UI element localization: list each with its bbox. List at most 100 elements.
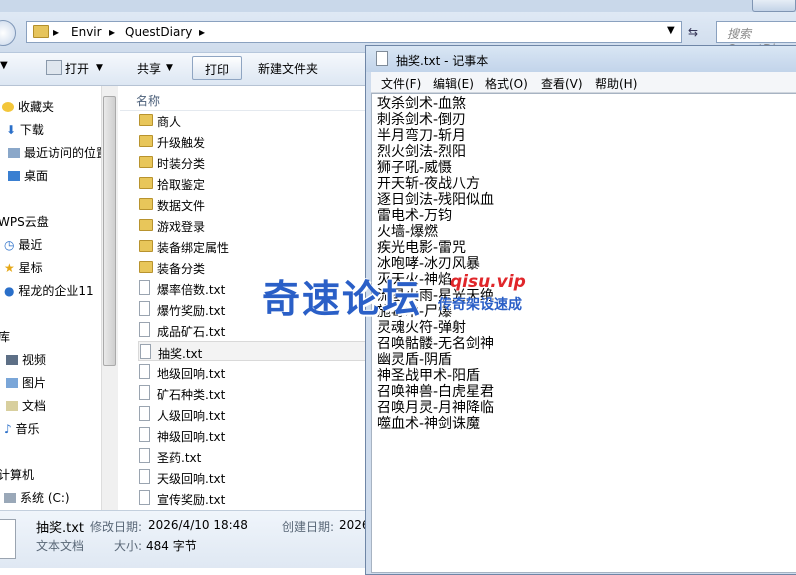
watermark-url: qisu.vip xyxy=(450,272,526,292)
desktop-icon xyxy=(8,171,20,181)
recent-places-icon xyxy=(8,148,20,158)
folder-icon xyxy=(139,219,153,231)
text-line: 召唤神兽-白虎星君 xyxy=(377,384,495,400)
list-item[interactable]: 商人 xyxy=(138,110,368,130)
team-icon: ● xyxy=(4,284,15,298)
list-item[interactable]: 人级回响.txt xyxy=(138,404,368,424)
menu-format[interactable]: 格式(O) xyxy=(485,75,528,92)
menu-edit[interactable]: 编辑(E) xyxy=(433,75,474,92)
nav-scrollbar[interactable] xyxy=(101,86,118,510)
folder-icon xyxy=(139,261,153,273)
details-size-value: 484 字节 xyxy=(146,539,197,553)
open-button[interactable]: 打开 xyxy=(65,60,89,77)
folder-icon xyxy=(33,25,49,38)
list-item[interactable]: 宣传奖励.txt xyxy=(138,488,368,508)
list-item[interactable]: 数据文件 xyxy=(138,194,368,214)
chevron-down-icon[interactable]: ▼ xyxy=(667,25,675,36)
print-button-frame[interactable]: 打印 xyxy=(192,56,242,80)
list-item[interactable]: 矿石种类.txt xyxy=(138,383,368,403)
text-file-icon xyxy=(0,519,16,559)
nav-libraries[interactable]: 库 xyxy=(0,328,10,345)
back-button[interactable] xyxy=(0,20,16,46)
nav-videos[interactable]: 视频 xyxy=(4,351,46,368)
breadcrumb-envir[interactable]: Envir xyxy=(71,25,102,39)
details-created-label: 创建日期: xyxy=(282,520,335,534)
list-item[interactable]: 天级回响.txt xyxy=(138,467,368,487)
star-icon: ★ xyxy=(4,261,15,275)
nav-recent-places[interactable]: 最近访问的位置 xyxy=(6,144,108,161)
chevron-down-icon[interactable]: ▼ xyxy=(166,63,173,73)
watermark-slogan: 传奇架设速成 xyxy=(438,297,522,313)
nav-starred[interactable]: ★ 星标 xyxy=(4,259,43,276)
text-file-icon xyxy=(139,280,150,295)
details-modified-value: 2026/4/10 18:48 xyxy=(148,518,248,532)
video-icon xyxy=(6,355,18,365)
nav-desktop[interactable]: 桌面 xyxy=(6,167,48,184)
text-line: 雷电术-万钧 xyxy=(377,208,453,224)
nav-computer[interactable]: 计算机 xyxy=(0,466,34,483)
nav-favorites[interactable]: 收藏夹 xyxy=(0,98,54,115)
folder-icon xyxy=(139,114,153,126)
notepad-window: 抽奖.txt - 记事本 文件(F) 编辑(E) 格式(O) 查看(V) 帮助(… xyxy=(365,45,796,575)
nav-documents[interactable]: 文档 xyxy=(4,397,46,414)
menu-file[interactable]: 文件(F) xyxy=(381,75,421,92)
share-button[interactable]: 共享 xyxy=(137,60,161,77)
text-file-icon xyxy=(139,448,150,463)
text-file-icon xyxy=(139,385,150,400)
list-item[interactable]: 拾取鉴定 xyxy=(138,173,368,193)
refresh-icon[interactable]: ⇆ xyxy=(688,25,712,41)
notepad-title-bar[interactable]: 抽奖.txt - 记事本 xyxy=(366,46,796,72)
text-line: 刺杀剑术-倒刃 xyxy=(377,112,467,128)
text-line: 疾光电影-雷咒 xyxy=(377,240,467,256)
chevron-right-icon: ▸ xyxy=(199,25,206,39)
nav-system-drive[interactable]: 系统 (C:) xyxy=(2,489,70,506)
list-item-selected[interactable]: 抽奖.txt xyxy=(138,341,368,361)
nav-recent[interactable]: ◷ 最近 xyxy=(4,236,42,253)
text-line: 召唤骷髅-无名剑神 xyxy=(377,336,495,352)
list-item[interactable]: 神级回响.txt xyxy=(138,425,368,445)
list-item[interactable]: 成品矿石.txt xyxy=(138,320,368,340)
nav-pictures[interactable]: 图片 xyxy=(4,374,46,391)
chevron-right-icon: ▸ xyxy=(109,25,116,39)
print-button[interactable]: 打印 xyxy=(205,61,229,78)
text-line: 烈火剑法-烈阳 xyxy=(377,144,467,160)
menu-view[interactable]: 查看(V) xyxy=(541,75,583,92)
menu-help[interactable]: 帮助(H) xyxy=(595,75,637,92)
nav-enterprise[interactable]: ● 程龙的企业11 xyxy=(4,282,94,299)
text-line: 幽灵盾-阴盾 xyxy=(377,352,453,368)
list-item[interactable]: 地级回响.txt xyxy=(138,362,368,382)
nav-scrollbar-thumb[interactable] xyxy=(103,96,116,366)
window-control-button[interactable] xyxy=(752,0,796,12)
new-folder-button[interactable]: 新建文件夹 xyxy=(258,60,318,77)
text-line: 开天斩-夜战八方 xyxy=(377,176,481,192)
text-file-icon xyxy=(139,322,150,337)
text-file-icon xyxy=(140,344,151,359)
column-header-name[interactable]: 名称 xyxy=(136,92,160,109)
list-item[interactable]: 时装分类 xyxy=(138,152,368,172)
notepad-icon xyxy=(376,51,388,66)
nav-downloads[interactable]: ⬇ 下载 xyxy=(6,121,44,138)
folder-icon xyxy=(139,177,153,189)
list-item[interactable]: 圣药.txt xyxy=(138,446,368,466)
drive-icon xyxy=(4,493,16,503)
text-line: 逐日剑法-残阳似血 xyxy=(377,192,495,208)
nav-music[interactable]: ♪ 音乐 xyxy=(4,420,40,437)
star-icon xyxy=(2,102,14,112)
list-item[interactable]: 游戏登录 xyxy=(138,215,368,235)
list-item[interactable]: 装备绑定属性 xyxy=(138,236,368,256)
chevron-down-icon[interactable]: ▼ xyxy=(0,60,8,71)
breadcrumb-questdiary[interactable]: QuestDiary xyxy=(125,25,192,39)
search-input[interactable]: 搜索 QuestDiary xyxy=(716,21,796,56)
open-icon xyxy=(46,60,62,75)
list-item[interactable]: 升级触发 xyxy=(138,131,368,151)
nav-wps-cloud[interactable]: WPS云盘 xyxy=(0,213,49,230)
text-line: 狮子吼-威慑 xyxy=(377,160,453,176)
notepad-text-area[interactable]: 攻杀剑术-血煞 刺杀剑术-倒刃 半月弯刀-斩月 烈火剑法-烈阳 狮子吼-威慑 开… xyxy=(371,93,796,573)
address-bar[interactable]: ▸ Envir ▸ QuestDiary ▸ ▼ xyxy=(26,21,682,43)
document-icon xyxy=(6,401,18,411)
chevron-right-icon: ▸ xyxy=(53,25,60,39)
chevron-down-icon[interactable]: ▼ xyxy=(96,63,103,73)
folder-icon xyxy=(139,198,153,210)
download-icon: ⬇ xyxy=(6,123,17,137)
text-file-icon xyxy=(139,427,150,442)
